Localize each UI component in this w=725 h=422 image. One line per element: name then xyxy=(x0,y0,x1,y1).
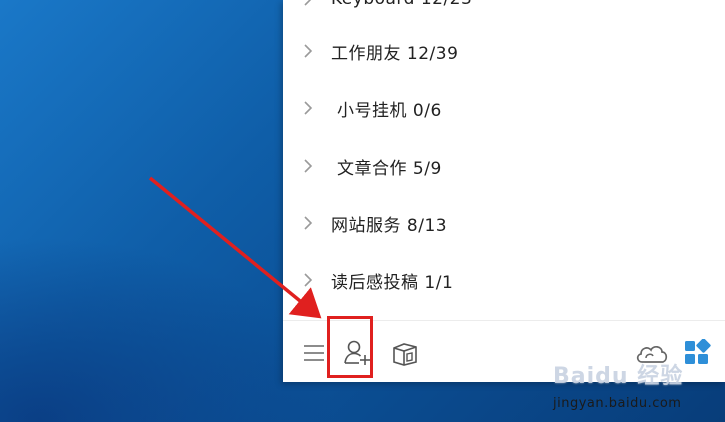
watermark-url: jingyan.baidu.com xyxy=(553,396,682,411)
highlight-box xyxy=(327,316,373,378)
watermark-logo: Baidu 经验 xyxy=(553,364,684,389)
baidu-watermark: Baidu 经验 jingyan.baidu.com xyxy=(553,358,723,418)
